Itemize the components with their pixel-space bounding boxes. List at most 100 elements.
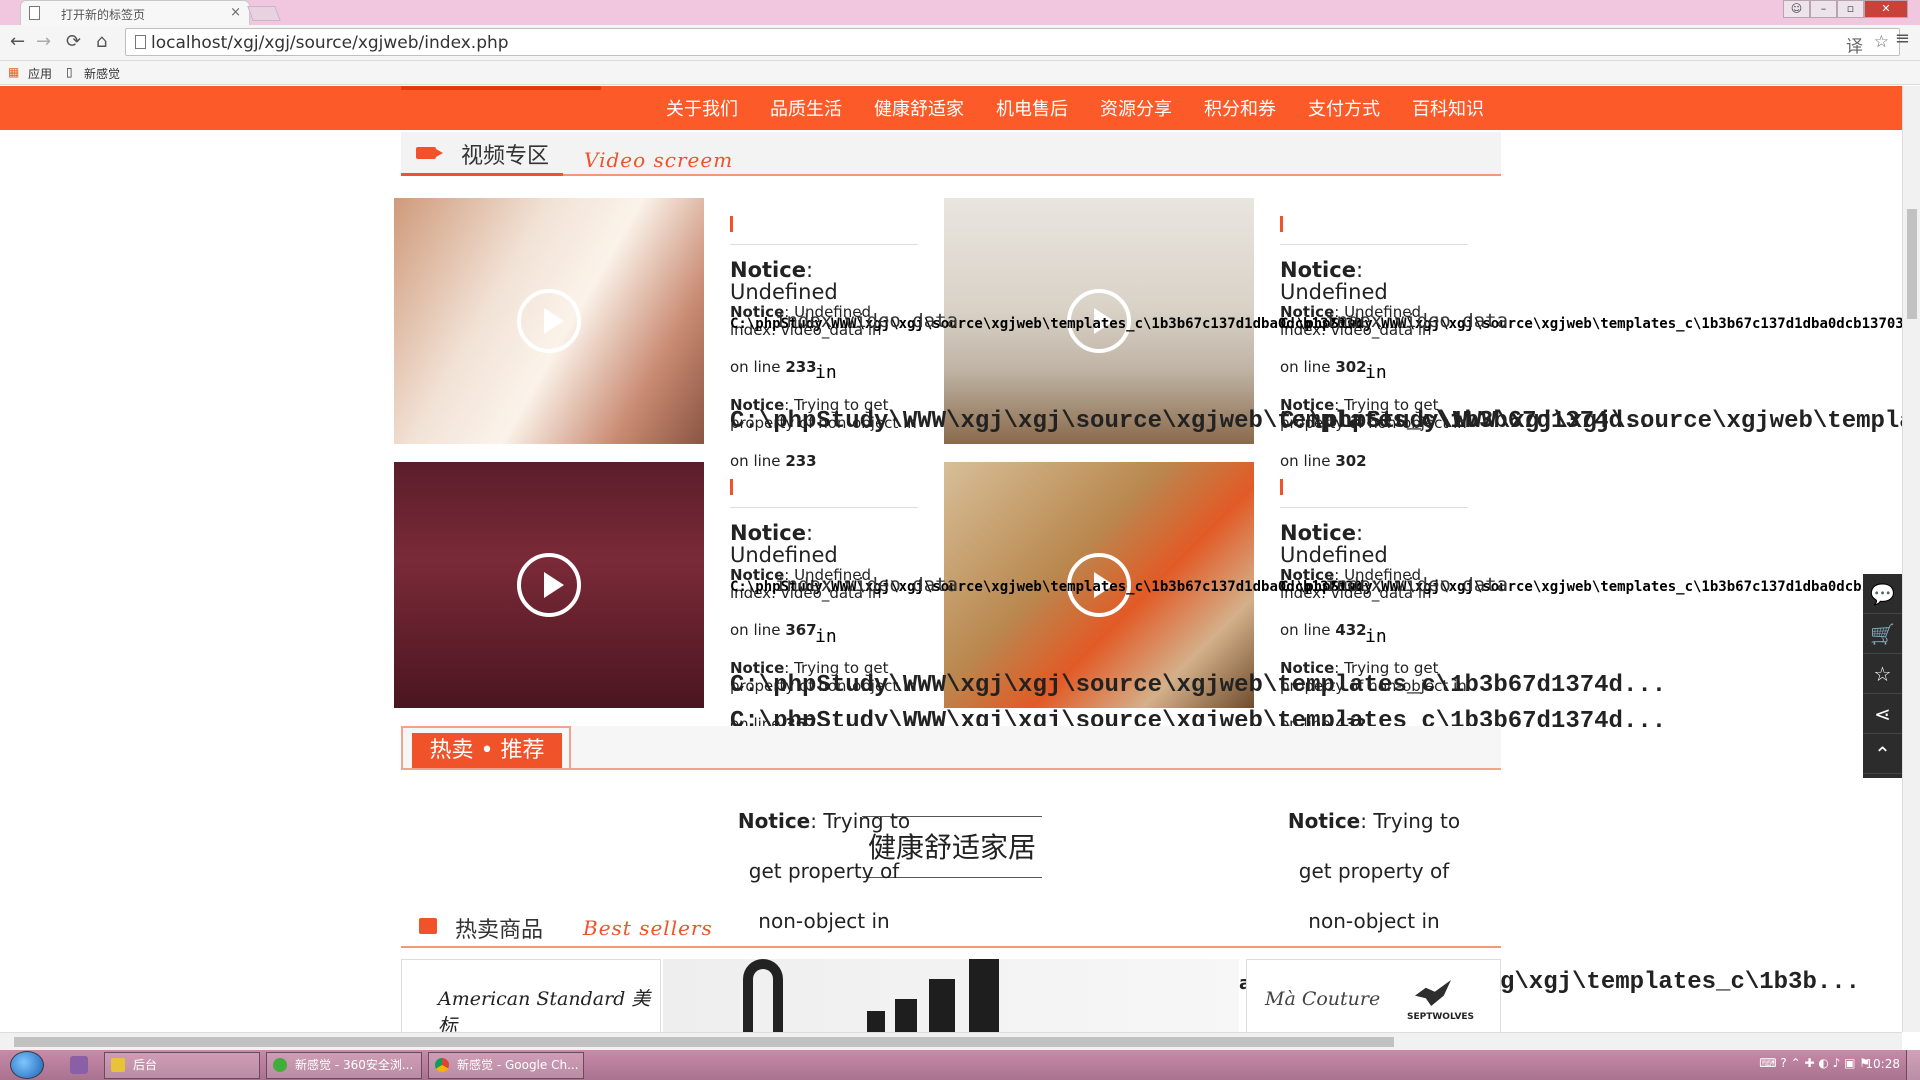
window-controls: ☺ – ▫ ✕	[1783, 0, 1908, 20]
taskbar-item-folder[interactable]: 后台	[104, 1052, 260, 1079]
nav-item-wiki[interactable]: 百科知识	[1396, 95, 1500, 121]
line-number: 233	[785, 452, 817, 470]
close-window-button[interactable]: ✕	[1864, 0, 1908, 18]
web-page: 关于我们 品质生活 健康舒适家 机电售后 资源分享 积分和券 支付方式 百科知识…	[0, 86, 1902, 1032]
maximize-button[interactable]: ▫	[1837, 0, 1864, 18]
nav-item-quality[interactable]: 品质生活	[754, 95, 858, 121]
line-label: on line	[1280, 358, 1331, 376]
overlap-in: in	[815, 626, 837, 647]
tab-title: 打开新的标签页	[61, 8, 146, 22]
video-section-title: 视频专区	[461, 144, 550, 169]
video-section-header: 视频专区 Video screem	[401, 132, 1501, 176]
video-camera-icon	[416, 147, 443, 159]
nav-item-payment[interactable]: 支付方式	[1292, 95, 1396, 121]
vertical-scrollbar[interactable]	[1902, 86, 1920, 1032]
title-underline	[401, 173, 563, 176]
tab-close-icon[interactable]: ×	[230, 5, 241, 20]
overlap-in: in	[1365, 626, 1387, 647]
line-label: on line	[730, 358, 781, 376]
browser-360-icon	[273, 1058, 287, 1072]
site-nav: 关于我们 品质生活 健康舒适家 机电售后 资源分享 积分和券 支付方式 百科知识	[0, 86, 1902, 130]
brand-ma-couture[interactable]: Mà Couture SEPTWOLVES	[1246, 959, 1501, 1032]
nav-highlight	[401, 86, 601, 90]
bookmark-item[interactable]: 新感觉	[84, 65, 120, 82]
brand-banner-image[interactable]	[663, 959, 1239, 1032]
scroll-thumb[interactable]	[14, 1037, 1394, 1047]
play-icon[interactable]	[517, 553, 581, 617]
pinned-app-icon[interactable]	[70, 1056, 88, 1074]
notice-text: get property of	[1298, 859, 1450, 883]
nav-item-home[interactable]: 健康舒适家	[858, 95, 980, 121]
url-text[interactable]: localhost/xgj/xgj/source/xgjweb/index.ph…	[151, 33, 509, 53]
notice-label: Notice	[730, 258, 806, 282]
horizontal-scrollbar[interactable]	[0, 1032, 1902, 1050]
profile-button[interactable]: ☺	[1783, 0, 1810, 18]
taskbar-item-label: 新感觉 - Google Ch...	[457, 1058, 579, 1072]
browser-titlebar: 打开新的标签页 × ☺ – ▫ ✕	[0, 0, 1920, 25]
forward-icon[interactable]: →	[36, 31, 51, 52]
hot-recommend-tab[interactable]: 热卖 • 推荐	[412, 733, 562, 768]
reload-icon[interactable]: ⟳	[66, 31, 81, 52]
line-label: on line	[1280, 452, 1331, 470]
line-label: on line	[730, 452, 781, 470]
notice-text: get property of	[748, 859, 900, 883]
overlap-text: index video data	[775, 310, 959, 332]
video-thumb-handbag[interactable]	[394, 462, 704, 708]
divider	[730, 507, 918, 508]
home-icon[interactable]: ⌂	[96, 31, 107, 52]
video-section-subtitle: Video screem	[584, 148, 734, 172]
accent-bar	[730, 479, 733, 495]
wolf-logo-icon	[1415, 980, 1451, 1006]
up-icon[interactable]: ⌃	[1863, 734, 1902, 774]
pipe-shape	[895, 999, 917, 1032]
nav-item-points[interactable]: 积分和券	[1188, 95, 1292, 121]
taskbar-item-360[interactable]: 新感觉 - 360安全浏...	[266, 1052, 422, 1079]
pipe-shape	[929, 979, 955, 1032]
notice-label: Notice	[1280, 258, 1356, 282]
brand-name: Mà Couture	[1265, 988, 1381, 1010]
line-number: 432	[1335, 621, 1367, 639]
taskbar-item-label: 后台	[133, 1058, 158, 1072]
share-icon[interactable]: ⋖	[1863, 694, 1902, 734]
page-icon	[29, 6, 40, 20]
nav-item-resources[interactable]: 资源分享	[1084, 95, 1188, 121]
notice-label: Notice	[730, 521, 806, 545]
system-tray[interactable]: ⌨ ? ⌃ ✚ ◐ ♪ ▣ ⚑	[1759, 1056, 1870, 1070]
new-tab-button[interactable]	[247, 6, 281, 21]
chat-icon[interactable]: 💬	[1863, 574, 1902, 614]
overlap-in: in	[815, 362, 837, 383]
back-icon[interactable]: ←	[10, 31, 25, 52]
show-desktop-button[interactable]	[1906, 1050, 1920, 1080]
star-icon[interactable]: ☆	[1863, 654, 1902, 694]
clock: 10:28	[1865, 1057, 1900, 1071]
apps-icon[interactable]: ▦	[8, 65, 19, 79]
pipe-shape	[867, 1011, 885, 1032]
overlap-text: index video data	[775, 574, 959, 596]
bookmark-page-icon: ▯	[66, 65, 73, 79]
error-path-large: C:\phpStudy\WWW\xgj\xgj\source\xgjweb\te…	[1280, 408, 1902, 435]
accent-bar	[730, 216, 733, 232]
brand-american-standard[interactable]: American Standard 美标	[401, 959, 661, 1032]
minimize-button[interactable]: –	[1810, 0, 1837, 18]
line-label: on line	[1280, 621, 1331, 639]
video-thumb-family[interactable]	[394, 198, 704, 444]
scroll-thumb[interactable]	[1907, 209, 1917, 319]
start-button[interactable]	[10, 1051, 44, 1079]
nav-item-about[interactable]: 关于我们	[650, 95, 754, 121]
address-bar[interactable]: localhost/xgj/xgj/source/xgjweb/index.ph…	[125, 28, 1900, 57]
floating-sidebar: 💬 🛒 ☆ ⋖ ⌃	[1863, 574, 1902, 778]
cart-icon[interactable]: 🛒	[1863, 614, 1902, 654]
nav-item-service[interactable]: 机电售后	[980, 95, 1084, 121]
notice-label: Notice	[1280, 521, 1356, 545]
menu-icon[interactable]: ≡	[1895, 28, 1910, 49]
play-icon[interactable]	[517, 289, 581, 353]
line-number: 302	[1335, 452, 1367, 470]
bookmark-apps[interactable]: 应用	[28, 65, 52, 82]
bookmark-star-icon[interactable]: ☆	[1874, 32, 1889, 52]
best-sellers-subtitle: Best sellers	[583, 916, 713, 940]
taskbar-item-chrome[interactable]: 新感觉 - Google Ch...	[428, 1052, 584, 1079]
browser-tab[interactable]: 打开新的标签页 ×	[20, 0, 250, 25]
taskbar: 后台 新感觉 - 360安全浏... 新感觉 - Google Ch... ⌨ …	[0, 1050, 1920, 1080]
hot-section-header: 热卖 • 推荐	[401, 726, 1501, 770]
translate-icon[interactable]: 译	[1846, 32, 1863, 57]
